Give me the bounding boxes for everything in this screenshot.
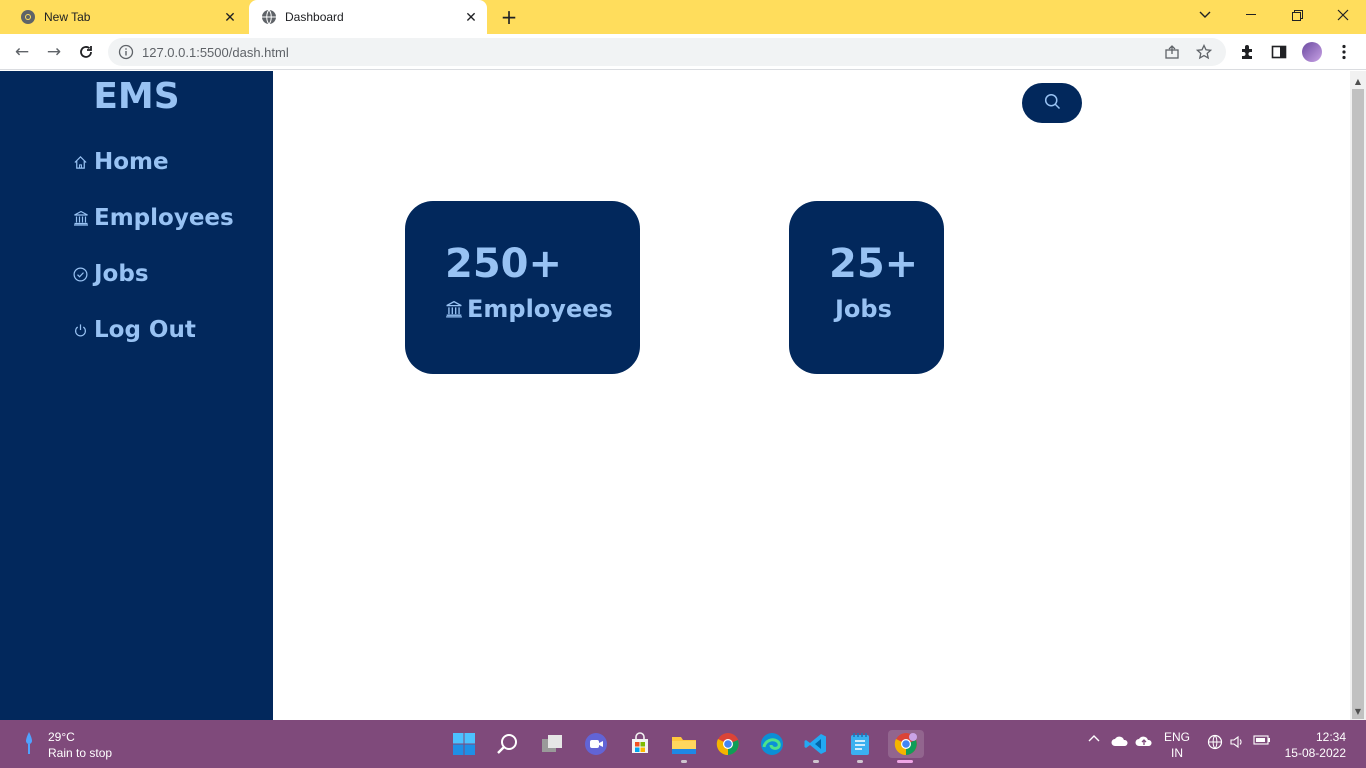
tab-title: Dashboard [285, 10, 344, 24]
address-bar[interactable]: 127.0.0.1:5500/dash.html [108, 38, 1226, 66]
clock-date: 15-08-2022 [1284, 746, 1346, 760]
onedrive-sync-icon[interactable] [1110, 734, 1130, 748]
new-tab-button[interactable]: + [497, 5, 521, 29]
check-circle-icon [72, 266, 89, 283]
system-clock[interactable]: 12:34 15-08-2022 [1282, 729, 1346, 761]
minimize-button[interactable] [1228, 0, 1274, 30]
chrome-icon [20, 9, 36, 25]
sidebar-item-logout[interactable]: Log Out [72, 317, 196, 343]
jobs-count: 25+ [829, 241, 919, 287]
tab-dashboard[interactable]: Dashboard ✕ [249, 0, 487, 34]
edge-icon[interactable] [758, 730, 786, 758]
scroll-up-icon[interactable]: ▲ [1350, 73, 1366, 89]
globe-icon [261, 9, 277, 25]
employees-card-label: Employees [445, 295, 613, 323]
cloud-upload-icon[interactable] [1134, 734, 1154, 748]
back-arrow-icon[interactable]: ← [10, 40, 34, 64]
language-indicator[interactable]: ENG IN [1160, 729, 1194, 761]
scroll-down-icon[interactable]: ▼ [1350, 703, 1366, 719]
tab-search-chevron-icon[interactable] [1182, 0, 1228, 30]
side-panel-icon[interactable] [1269, 42, 1289, 62]
page-scrollbar[interactable]: ▲ ▼ [1350, 71, 1366, 720]
employees-stat-card[interactable]: 250+ Employees [405, 201, 640, 374]
windows-taskbar: 29°C Rain to stop ENG IN 12:34 15-08-202… [0, 720, 1366, 768]
taskbar-search-icon[interactable] [494, 730, 522, 758]
employees-label-text: Employees [467, 295, 613, 323]
chrome-icon[interactable] [888, 730, 924, 758]
rain-icon [22, 728, 36, 761]
network-globe-icon[interactable] [1206, 734, 1224, 750]
url-text: 127.0.0.1:5500/dash.html [142, 44, 289, 60]
tab-new-tab[interactable]: New Tab ✕ [8, 0, 246, 34]
sidebar-item-jobs[interactable]: Jobs [72, 261, 149, 287]
profile-avatar[interactable] [1302, 42, 1322, 62]
sidebar-item-label: Jobs [94, 261, 149, 287]
employees-count: 250+ [445, 241, 563, 287]
weather-desc: Rain to stop [48, 745, 113, 760]
chrome-canary-icon[interactable] [714, 730, 742, 758]
menu-kebab-icon[interactable] [1334, 42, 1354, 62]
close-tab-icon[interactable]: ✕ [220, 7, 240, 27]
info-icon[interactable] [118, 44, 134, 60]
running-indicator [681, 760, 687, 763]
notepad-icon[interactable] [846, 730, 874, 758]
language-region: IN [1171, 746, 1183, 760]
bookmark-star-icon[interactable] [1194, 42, 1214, 62]
volume-icon[interactable] [1228, 734, 1246, 750]
power-icon [72, 322, 89, 339]
jobs-card-label: Jobs [835, 295, 892, 323]
language-code: ENG [1163, 730, 1190, 744]
sidebar-item-label: Log Out [94, 317, 196, 343]
forward-arrow-icon[interactable]: → [42, 40, 66, 64]
scrollbar-thumb[interactable] [1352, 89, 1364, 719]
search-icon [1044, 93, 1061, 114]
battery-icon[interactable] [1252, 734, 1272, 746]
file-explorer-icon[interactable] [670, 730, 698, 758]
extensions-puzzle-icon[interactable] [1237, 42, 1257, 62]
weather-temp: 29°C [48, 729, 75, 744]
browser-toolbar: ← → 127.0.0.1:5500/dash.html [0, 34, 1366, 70]
vscode-icon[interactable] [802, 730, 830, 758]
restore-button[interactable] [1274, 0, 1320, 30]
bank-icon [445, 300, 463, 318]
close-window-button[interactable] [1320, 0, 1366, 30]
home-icon [72, 154, 89, 171]
running-indicator [857, 760, 863, 763]
reload-icon[interactable] [74, 40, 98, 64]
windows-start-icon[interactable] [450, 730, 478, 758]
active-indicator [897, 760, 913, 763]
search-button[interactable] [1022, 83, 1082, 123]
teams-chat-icon[interactable] [582, 730, 610, 758]
close-tab-icon[interactable]: ✕ [461, 7, 481, 27]
jobs-stat-card[interactable]: 25+ Jobs [789, 201, 944, 374]
show-hidden-icons-chevron-icon[interactable] [1086, 734, 1102, 742]
browser-tab-bar: New Tab ✕ Dashboard ✕ + [0, 0, 1366, 34]
brand-logo: EMS [93, 76, 180, 117]
sidebar-item-employees[interactable]: Employees [72, 205, 234, 231]
running-indicator [813, 760, 819, 763]
clock-time: 12:34 [1315, 730, 1346, 744]
sidebar-item-label: Home [94, 149, 169, 175]
sidebar-item-home[interactable]: Home [72, 149, 169, 175]
microsoft-store-icon[interactable] [626, 730, 654, 758]
task-view-icon[interactable] [538, 730, 566, 758]
bank-icon [72, 210, 89, 227]
sidebar-item-label: Employees [94, 205, 234, 231]
share-icon[interactable] [1162, 42, 1182, 62]
weather-widget[interactable]: 29°C Rain to stop [22, 728, 112, 761]
tab-title: New Tab [44, 10, 91, 24]
